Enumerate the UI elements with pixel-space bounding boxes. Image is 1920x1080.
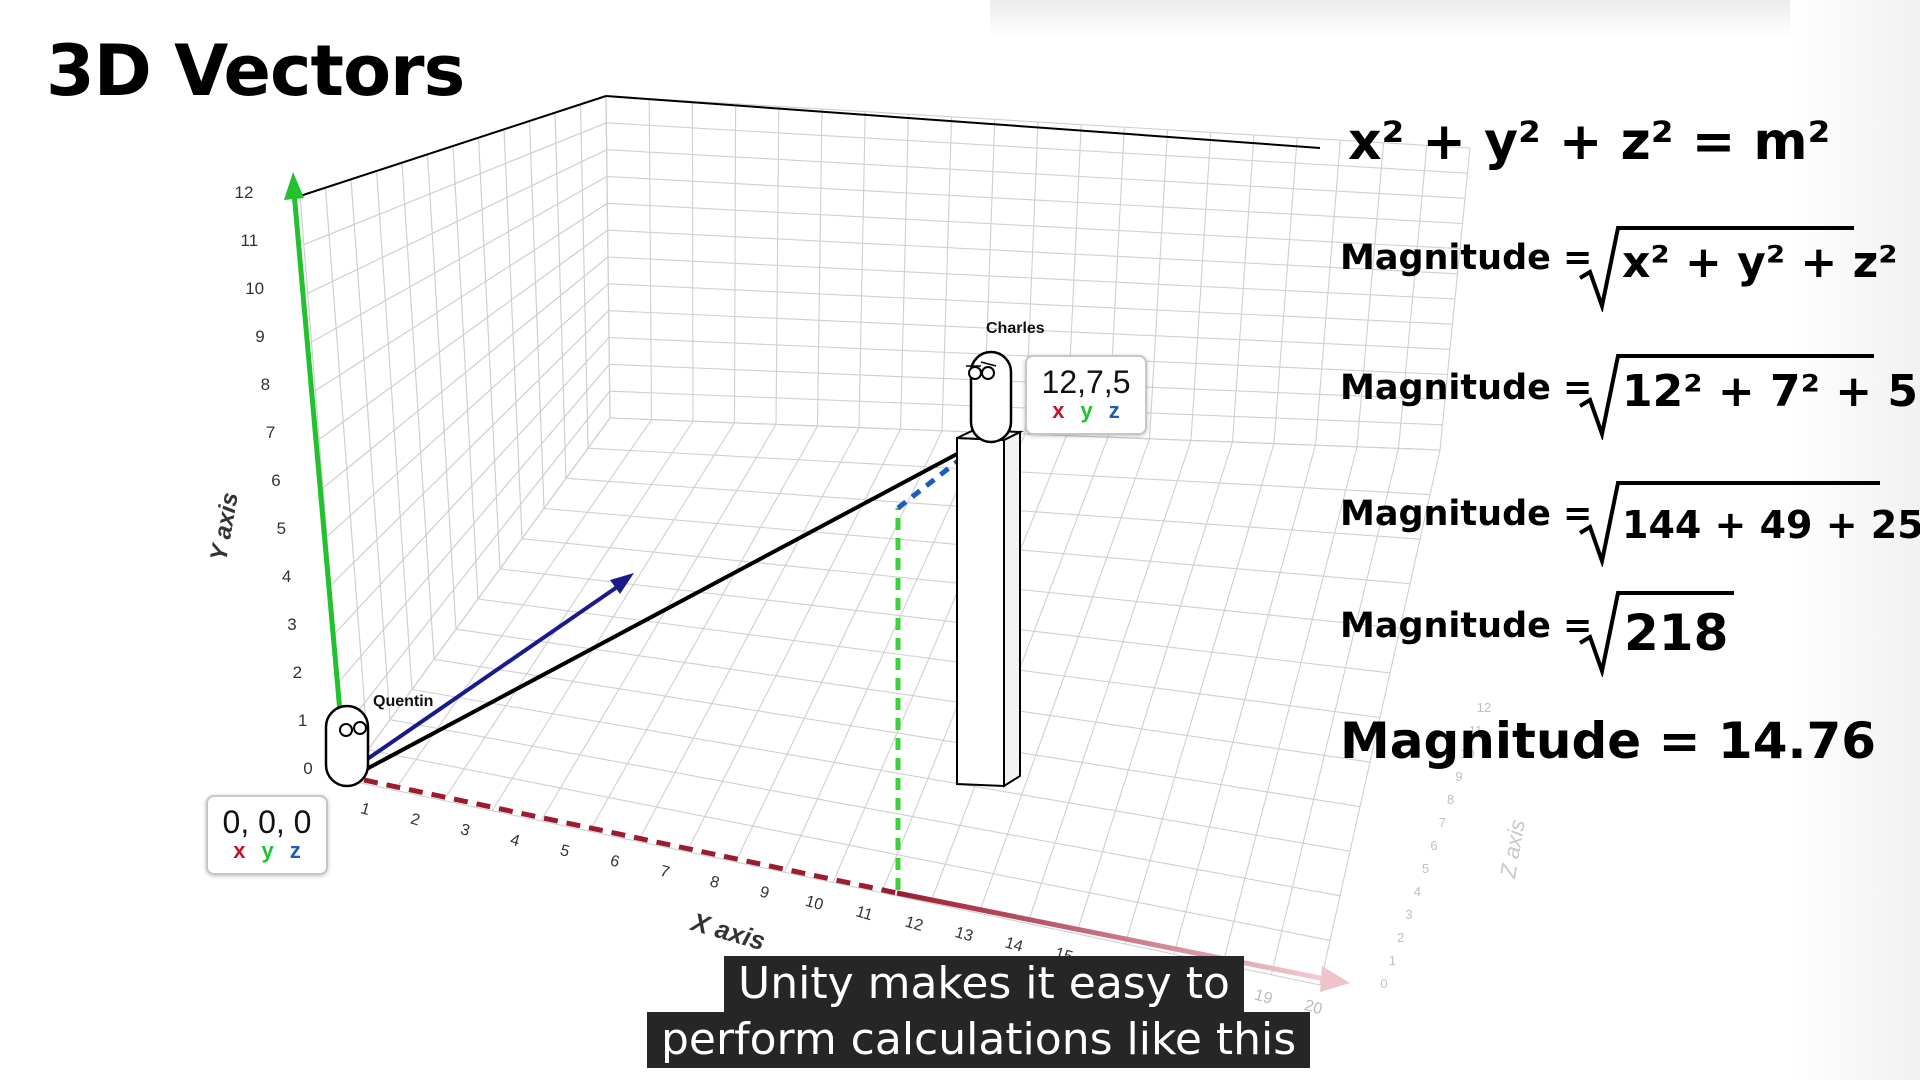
subtitle-line-2: perform calculations like this xyxy=(647,1012,1311,1068)
radicand-1: x² + y² + z² xyxy=(1622,237,1898,288)
grid-line-left-v xyxy=(554,112,567,479)
y-tick-label: 10 xyxy=(245,279,264,298)
x-tick-label: 9 xyxy=(758,884,771,903)
y-tick-label: 11 xyxy=(241,231,259,250)
x-tick-label: 19 xyxy=(1252,987,1274,1008)
charles-axis-letters: xyz xyxy=(1027,399,1145,423)
y-tick-label: 6 xyxy=(271,471,280,490)
x-tick-label: 10 xyxy=(803,893,825,914)
y-letter: y xyxy=(1080,398,1109,423)
z-tick-label: 5 xyxy=(1422,861,1429,876)
charles-figure xyxy=(966,350,1013,444)
y-tick-label: 3 xyxy=(287,615,296,634)
y-letter: y xyxy=(261,838,290,863)
x-tick-label: 3 xyxy=(458,821,471,840)
charles-coords: 12,7,5 xyxy=(1041,364,1131,400)
z-tick-label: 2 xyxy=(1397,930,1404,945)
magnitude-label-1: Magnitude = xyxy=(1340,238,1593,278)
x-tick-label: 7 xyxy=(658,863,671,882)
grid-line-floor-z xyxy=(389,719,1341,897)
y-tick-label: 12 xyxy=(235,183,254,202)
tick-labels: 0123456789101112123456789101112131415161… xyxy=(235,183,1492,1018)
grid-line-left-v xyxy=(350,179,391,720)
y-axis-arrowhead xyxy=(284,172,304,200)
quentin-name: Quentin xyxy=(373,693,433,710)
z-tick-label: 6 xyxy=(1430,838,1437,853)
charles-coords-box: 12,7,5 xyz xyxy=(1025,355,1147,435)
blue-vector xyxy=(364,583,622,762)
radicand-3: 144 + 49 + 25 xyxy=(1622,503,1920,547)
box-edge-top-back xyxy=(605,95,1321,149)
x-letter: x xyxy=(233,838,262,863)
grid-line-floor-z xyxy=(345,779,1321,986)
y-tick-label: 9 xyxy=(255,327,264,346)
quentin-coords: 0, 0, 0 xyxy=(222,804,312,840)
magnitude-label-3: Magnitude = xyxy=(1340,494,1593,534)
z-letter: z xyxy=(1108,398,1136,423)
y-tick-label: 0 xyxy=(303,759,312,778)
y-tick-label: 5 xyxy=(277,519,286,538)
magnitude-label-4: Magnitude = xyxy=(1340,606,1593,646)
slide-stage: 0123456789101112123456789101112131415161… xyxy=(0,0,1920,1080)
subtitle-line-1: Unity makes it easy to xyxy=(724,956,1244,1012)
magnitude-label-2: Magnitude = xyxy=(1340,368,1593,408)
z-tick-label: 4 xyxy=(1414,884,1421,899)
x-tick-label: 5 xyxy=(558,842,571,861)
grid-line-floor-z xyxy=(411,688,1351,852)
pythagorean-equation: x² + y² + z² = m² xyxy=(1348,112,1830,172)
y-axis-arrow xyxy=(291,191,349,781)
x-tick-label: 2 xyxy=(409,811,422,830)
grid-line-floor-z xyxy=(499,568,1391,674)
x-axis-label: X axis xyxy=(686,906,768,956)
x-axis-arrowhead xyxy=(1320,966,1350,992)
pillar xyxy=(956,428,1024,788)
radicand-2: 12² + 7² + 5² xyxy=(1622,366,1920,417)
page-title: 3D Vectors xyxy=(46,30,465,112)
radicand-4: 218 xyxy=(1624,604,1729,662)
grid xyxy=(299,95,1471,986)
x-letter: x xyxy=(1052,398,1081,423)
z-letter: z xyxy=(289,838,317,863)
y-tick-label: 2 xyxy=(293,663,302,682)
grid-line-left-v xyxy=(426,154,457,630)
equation-text: x² + y² + z² = m² xyxy=(1348,112,1831,172)
x-tick-label: 13 xyxy=(953,924,975,945)
y-tick-label: 4 xyxy=(282,567,291,586)
quentin-figure xyxy=(324,704,370,788)
magnitude-result: Magnitude = 14.76 xyxy=(1340,712,1877,770)
z-tick-label: 9 xyxy=(1455,769,1462,784)
z-tick-label: 7 xyxy=(1439,815,1446,830)
y-tick-label: 7 xyxy=(266,423,275,442)
x-tick-label: 11 xyxy=(854,903,875,924)
x-tick-label: 8 xyxy=(708,873,721,892)
grid-line-left-v xyxy=(401,162,435,660)
x-tick-label: 4 xyxy=(508,832,521,851)
x-tick-label: 14 xyxy=(1003,935,1025,956)
z-tick-label: 3 xyxy=(1405,907,1412,922)
y-tick-label: 1 xyxy=(298,711,307,730)
x-tick-label: 6 xyxy=(608,852,621,871)
z-tick-label: 8 xyxy=(1447,792,1454,807)
x-axis-arrow-dark xyxy=(363,777,898,896)
x-tick-label: 12 xyxy=(903,914,925,935)
y-tick-label: 8 xyxy=(261,375,270,394)
grid-line-left-v xyxy=(324,187,369,750)
charles-name: Charles xyxy=(986,320,1045,337)
z-tick-label: 1 xyxy=(1389,953,1396,968)
z-tick-label: 0 xyxy=(1380,976,1387,991)
z-axis-label: Z axis xyxy=(1495,818,1530,881)
x-tick-label: 1 xyxy=(359,800,372,819)
quentin-coords-box: 0, 0, 0 xyz xyxy=(206,795,328,875)
y-axis-label: Y axis xyxy=(205,490,244,563)
quentin-axis-letters: xyz xyxy=(208,839,326,863)
